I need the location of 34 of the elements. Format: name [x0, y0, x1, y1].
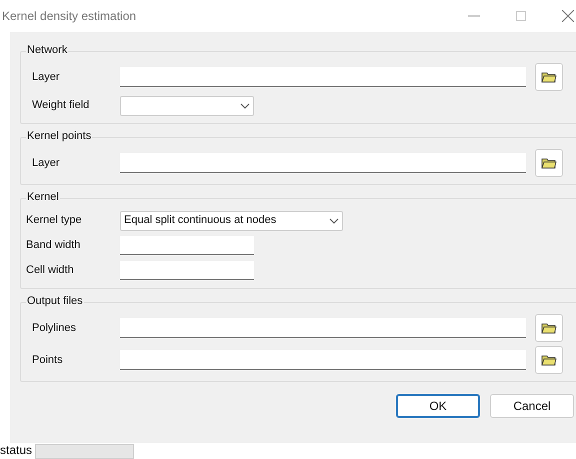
- dropdown-value: Equal split continuous at nodes: [124, 213, 276, 228]
- folder-icon: [541, 71, 557, 83]
- browse-button[interactable]: [535, 346, 563, 374]
- field-label: Weight field: [31, 98, 90, 114]
- field-label: Layer: [31, 156, 61, 171]
- folder-icon: [541, 157, 557, 169]
- window-title: Kernel density estimation: [2, 8, 136, 25]
- field-label: Cell width: [25, 263, 75, 278]
- path-field[interactable]: [120, 350, 526, 370]
- folder-icon: [541, 322, 557, 334]
- close-icon[interactable]: [562, 10, 574, 22]
- group-title: Kernel points: [26, 130, 92, 143]
- text-field[interactable]: [120, 261, 254, 280]
- status-label: status: [0, 442, 32, 459]
- minimize-icon[interactable]: [468, 15, 480, 17]
- dialog-button[interactable]: Cancel: [490, 394, 574, 418]
- field-label: Band width: [25, 238, 82, 254]
- field-label: Polylines: [31, 320, 78, 336]
- browse-button[interactable]: [535, 63, 563, 91]
- browse-button[interactable]: [535, 149, 563, 177]
- field-label: Points: [31, 352, 64, 368]
- group-title: Output files: [26, 295, 84, 308]
- path-field[interactable]: [120, 67, 526, 87]
- chevron-down-icon: [240, 102, 250, 108]
- field-label: Kernel type: [25, 213, 83, 228]
- path-field[interactable]: [120, 318, 526, 338]
- dropdown[interactable]: Equal split continuous at nodes: [120, 210, 343, 230]
- dialog-button[interactable]: OK: [396, 394, 480, 418]
- path-field[interactable]: [120, 153, 526, 173]
- chevron-down-icon: [329, 218, 339, 224]
- text-field[interactable]: [120, 236, 254, 255]
- browse-button[interactable]: [535, 314, 563, 342]
- folder-icon: [541, 354, 557, 366]
- field-label: Layer: [31, 70, 61, 85]
